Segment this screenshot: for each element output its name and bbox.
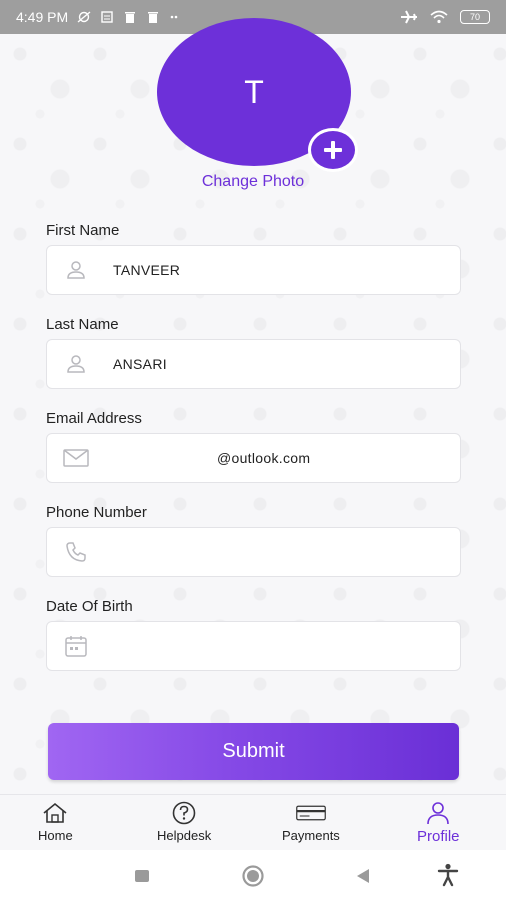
card-icon (296, 801, 326, 825)
dob-label: Date Of Birth (46, 598, 133, 615)
last-name-field[interactable]: ANSARI (46, 339, 461, 389)
back-icon[interactable] (355, 868, 371, 884)
change-photo-link[interactable]: Change Photo (0, 173, 506, 191)
nav-home[interactable]: Home (38, 801, 73, 843)
email-field[interactable]: @outlook.com (46, 433, 461, 483)
sync-off-icon (77, 11, 91, 23)
last-name-value: ANSARI (113, 356, 167, 372)
submit-button[interactable]: Submit (48, 723, 459, 780)
nav-payments-label: Payments (282, 828, 340, 843)
nav-payments[interactable]: Payments (282, 801, 340, 843)
person-icon (423, 801, 453, 825)
clipboard-icon (101, 11, 113, 23)
nav-profile-label: Profile (417, 828, 460, 845)
first-name-field[interactable]: TANVEER (46, 245, 461, 295)
help-circle-icon (169, 801, 199, 825)
first-name-value: TANVEER (113, 262, 181, 278)
phone-label: Phone Number (46, 504, 147, 521)
first-name-label: First Name (46, 222, 120, 239)
wifi-icon (430, 10, 448, 24)
dob-field[interactable] (46, 621, 461, 671)
bottom-nav: Home Helpdesk Payments Profile (0, 794, 506, 850)
recents-icon[interactable] (134, 869, 150, 883)
last-name-label: Last Name (46, 316, 119, 333)
home-circle-icon[interactable] (241, 865, 265, 887)
phone-field[interactable] (46, 527, 461, 577)
nav-home-label: Home (38, 828, 73, 843)
nav-helpdesk-label: Helpdesk (157, 828, 212, 843)
system-nav-bar (0, 850, 506, 900)
mail-icon (63, 447, 89, 469)
nav-helpdesk[interactable]: Helpdesk (157, 801, 211, 843)
add-photo-button[interactable] (308, 128, 358, 172)
plus-icon (324, 141, 342, 159)
nav-profile[interactable]: Profile (417, 801, 460, 845)
email-value: @outlook.com (217, 450, 311, 466)
trash-icon (125, 12, 136, 23)
person-icon (63, 259, 89, 281)
accessibility-icon[interactable] (437, 863, 459, 887)
home-icon (40, 801, 70, 825)
calendar-icon (63, 635, 89, 657)
phone-icon (63, 541, 89, 563)
battery-level: 70 (469, 12, 480, 22)
email-label: Email Address (46, 410, 142, 427)
battery-icon: 70 (460, 10, 490, 24)
more-icon (170, 15, 178, 19)
person-icon (63, 353, 89, 375)
airplane-icon (401, 10, 417, 24)
avatar-initial: T (244, 73, 264, 110)
status-time: 4:49 PM (16, 9, 69, 25)
trash-icon (148, 12, 159, 23)
